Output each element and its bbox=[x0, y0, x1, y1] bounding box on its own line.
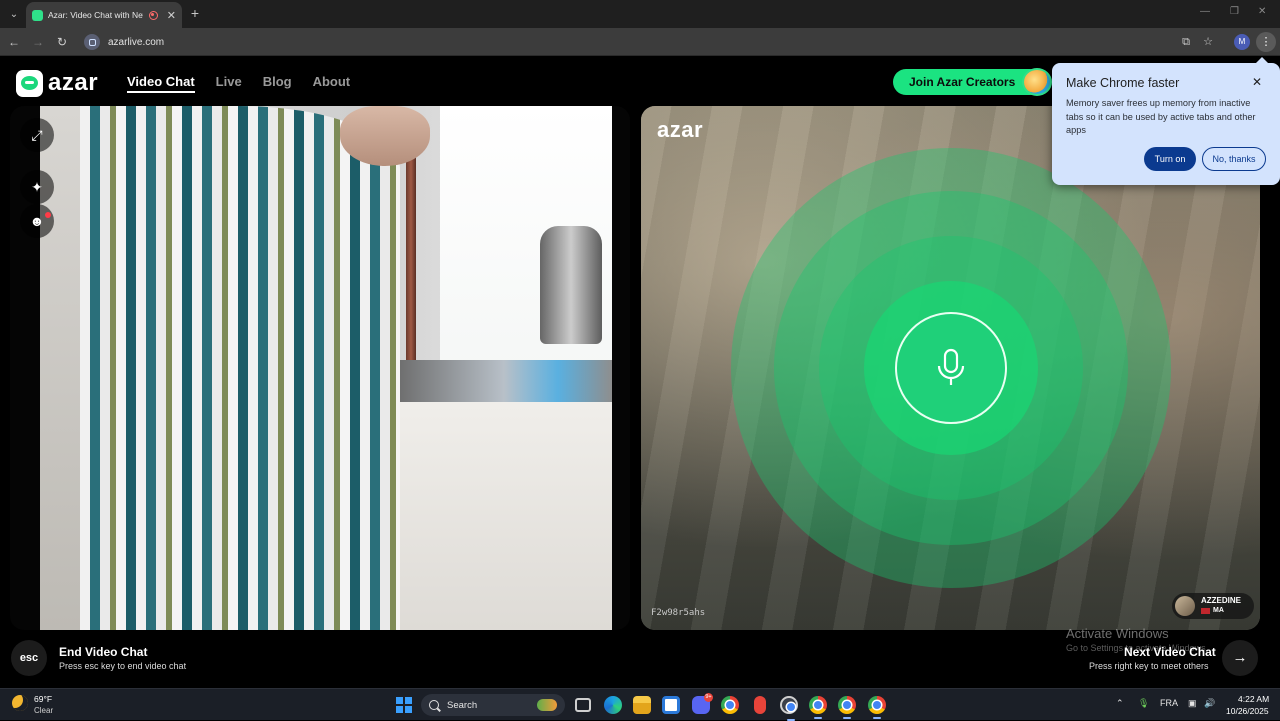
tray-microphone-icon[interactable]: 🎙 bbox=[1138, 698, 1149, 709]
nav-video-chat[interactable]: Video Chat bbox=[127, 74, 195, 93]
tray-overflow-icon[interactable]: ⌃ bbox=[1116, 698, 1124, 709]
logo-text: azar bbox=[48, 69, 99, 96]
expand-icon[interactable]: ⤢ bbox=[20, 118, 54, 152]
address-bar[interactable]: azarlive.com bbox=[80, 31, 1230, 53]
tab-search-icon[interactable]: ⌄ bbox=[4, 4, 24, 24]
azar-logo[interactable]: azar bbox=[16, 69, 98, 97]
moon-weather-icon[interactable] bbox=[12, 695, 28, 711]
microphone-app-icon[interactable] bbox=[754, 696, 766, 714]
volume-icon[interactable]: 🔊 bbox=[1204, 698, 1215, 709]
remote-user-id: F2w98r5ahs bbox=[651, 608, 706, 618]
discord-icon[interactable]: 9+ bbox=[692, 693, 713, 714]
local-camera-feed bbox=[40, 106, 612, 630]
windows-start-icon[interactable] bbox=[396, 697, 412, 713]
chat-action-bar: esc End Video Chat Press esc key to end … bbox=[0, 626, 1280, 688]
remote-user-name: AZZEDINE bbox=[1201, 596, 1241, 605]
reload-icon[interactable]: ↻ bbox=[54, 34, 70, 50]
search-highlight-icon bbox=[537, 699, 557, 711]
menu-kebab-icon[interactable]: ⋮ bbox=[1256, 32, 1276, 52]
taskbar-search[interactable]: Search bbox=[421, 694, 565, 716]
popup-close-button[interactable]: ✕ bbox=[1252, 75, 1262, 89]
notification-dot bbox=[45, 212, 51, 218]
profile-avatar[interactable]: M bbox=[1234, 34, 1250, 50]
chrome-profile-2-icon[interactable] bbox=[838, 696, 856, 719]
next-chat-button[interactable]: → bbox=[1222, 640, 1258, 676]
windows-taskbar: 69°F Clear Search 9+ ⌃ 🎙 FRA ▣ 🔊 4:22 AM… bbox=[0, 688, 1280, 721]
remote-user-card[interactable]: AZZEDINE MA bbox=[1172, 593, 1254, 619]
nav-about[interactable]: About bbox=[313, 74, 351, 93]
clock-date[interactable]: 10/26/2025 bbox=[1226, 706, 1269, 716]
chrome-profile-icon[interactable] bbox=[809, 696, 827, 719]
remote-user-country: MA bbox=[1201, 606, 1241, 616]
active-tab[interactable]: Azar: Video Chat with New ✕ bbox=[26, 2, 182, 28]
remote-user-avatar bbox=[1175, 596, 1195, 616]
azar-favicon-icon bbox=[32, 9, 43, 21]
new-tab-button[interactable]: + bbox=[188, 5, 202, 21]
sparkle-effects-icon[interactable]: ✦ bbox=[20, 170, 54, 204]
tab-strip: ⌄ Azar: Video Chat with New ✕ + — ❐ ✕ bbox=[0, 0, 1280, 28]
popup-title: Make Chrome faster bbox=[1066, 76, 1180, 90]
activate-windows-watermark: Activate Windows bbox=[1066, 626, 1169, 641]
local-video-pane bbox=[10, 106, 630, 630]
morocco-flag-icon bbox=[1201, 608, 1210, 614]
sticker-face-icon[interactable]: ☻ bbox=[20, 204, 54, 238]
site-info-icon[interactable] bbox=[84, 34, 100, 50]
next-chat-hint: Press right key to meet others bbox=[1089, 661, 1209, 671]
creator-avatar-icon bbox=[1022, 68, 1052, 96]
popup-body: Memory saver frees up memory from inacti… bbox=[1066, 98, 1256, 135]
store-icon[interactable] bbox=[662, 696, 680, 714]
recording-icon bbox=[148, 10, 158, 20]
turn-on-button[interactable]: Turn on bbox=[1144, 147, 1196, 171]
next-chat-title: Next Video Chat bbox=[1124, 645, 1216, 659]
tab-close-button[interactable]: ✕ bbox=[167, 9, 176, 22]
azar-logo-icon bbox=[16, 69, 43, 97]
file-explorer-icon[interactable] bbox=[633, 696, 651, 714]
main-nav: Video Chat Live Blog About bbox=[127, 74, 350, 93]
end-chat-title: End Video Chat bbox=[59, 645, 148, 659]
language-indicator[interactable]: FRA bbox=[1160, 698, 1178, 708]
chrome-icon[interactable] bbox=[721, 696, 739, 714]
browser-toolbar: ← → ↻ azarlive.com ⧉ ☆ M ⋮ bbox=[0, 28, 1280, 56]
chrome-active-icon[interactable] bbox=[780, 696, 798, 721]
window-close-icon[interactable]: ✕ bbox=[1258, 6, 1266, 17]
memory-saver-popup: Make Chrome faster ✕ Memory saver frees … bbox=[1052, 57, 1280, 185]
clock-time[interactable]: 4:22 AM bbox=[1238, 694, 1269, 704]
task-view-icon[interactable] bbox=[575, 698, 591, 712]
cast-icon[interactable]: ⧉ bbox=[1178, 34, 1194, 50]
nav-live[interactable]: Live bbox=[216, 74, 242, 93]
bookmark-star-icon[interactable]: ☆ bbox=[1200, 34, 1216, 50]
chrome-profile-3-icon[interactable] bbox=[868, 696, 886, 719]
end-chat-hint: Press esc key to end video chat bbox=[59, 661, 187, 671]
tab-title: Azar: Video Chat with New bbox=[48, 10, 143, 20]
edge-icon[interactable] bbox=[604, 696, 622, 714]
search-icon bbox=[429, 700, 439, 710]
weather-temp[interactable]: 69°F bbox=[34, 694, 52, 704]
network-icon[interactable]: ▣ bbox=[1188, 698, 1197, 709]
nav-blog[interactable]: Blog bbox=[263, 74, 292, 93]
end-chat-button[interactable]: esc bbox=[11, 640, 47, 676]
microphone-icon bbox=[895, 312, 1007, 424]
discord-badge: 9+ bbox=[704, 693, 713, 702]
remote-azar-logo: azar bbox=[657, 117, 704, 142]
forward-icon[interactable]: → bbox=[30, 34, 46, 50]
back-icon[interactable]: ← bbox=[6, 34, 22, 50]
weather-desc[interactable]: Clear bbox=[34, 706, 53, 715]
no-thanks-button[interactable]: No, thanks bbox=[1202, 147, 1266, 171]
join-creators-button[interactable]: Join Azar Creators bbox=[893, 69, 1043, 95]
minimize-icon[interactable]: — bbox=[1200, 6, 1210, 17]
search-label: Search bbox=[447, 699, 478, 711]
url-text[interactable]: azarlive.com bbox=[108, 37, 164, 48]
maximize-icon[interactable]: ❐ bbox=[1230, 6, 1239, 17]
voice-activity-rings bbox=[731, 148, 1171, 588]
